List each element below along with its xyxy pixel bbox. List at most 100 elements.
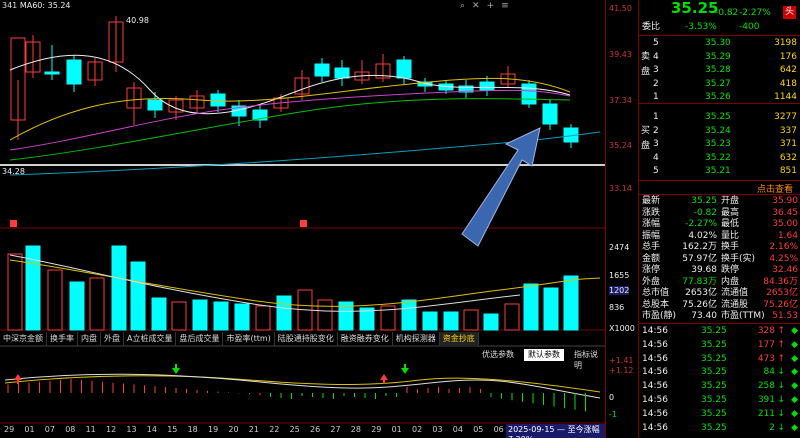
tab-10[interactable]: 资金抄底 xyxy=(439,332,479,346)
date-tick-label: 13 xyxy=(126,425,137,434)
volume-bar[interactable] xyxy=(89,277,105,331)
date-tick-label: 06 xyxy=(493,425,504,434)
stat-label: 外盘 xyxy=(642,276,661,287)
sell-level-row[interactable]: 5 35.30 3198 xyxy=(639,37,800,50)
tick-time: 14:56 xyxy=(642,326,668,336)
tab-7[interactable]: 陆股通持股变化 xyxy=(275,332,338,346)
level-volume: 337 xyxy=(779,125,797,136)
buy-level-row[interactable]: 1 35.25 3277 xyxy=(639,111,800,124)
candle-body[interactable] xyxy=(210,93,226,107)
event-marker[interactable] xyxy=(10,220,17,227)
volume-bar[interactable] xyxy=(255,305,271,331)
sell-level-row[interactable]: 2 35.27 418 xyxy=(639,78,800,91)
volume-bar[interactable] xyxy=(213,301,229,331)
level-price: 35.21 xyxy=(705,166,731,176)
last-price: 35.25 xyxy=(671,0,719,17)
indicator-help-button[interactable]: 指标说明 xyxy=(570,349,605,370)
sell-level-row[interactable]: 4 35.29 176 xyxy=(639,51,800,64)
tab-5[interactable]: 盘后成交量 xyxy=(176,332,224,346)
candle-body[interactable] xyxy=(334,67,350,79)
arrow-up-icon: ↑ xyxy=(777,326,785,336)
volume-bar[interactable] xyxy=(317,299,333,331)
candle-body[interactable] xyxy=(542,103,558,125)
volume-bar[interactable] xyxy=(130,261,146,331)
buy-level-row[interactable]: 4 35.22 632 xyxy=(639,152,800,165)
candle-body[interactable] xyxy=(396,59,412,79)
close-icon[interactable]: ✕ xyxy=(472,1,480,11)
tab-0[interactable]: 中深京金额 xyxy=(0,332,47,346)
date-tick-label: 05 xyxy=(473,425,484,434)
kline-chart-area[interactable]: 341 MA60: 35.24 ⌕ ✕ + ≡ 40.98 34.28 中深京金… xyxy=(0,0,606,438)
indicator-tab-bar: 中深京金额 换手率 内盘 外盘 A立桩成交量 盘后成交量 市盈率(ttm) 陆股… xyxy=(0,332,605,346)
volume-bar[interactable] xyxy=(47,269,63,331)
volume-bar[interactable] xyxy=(443,311,459,331)
tick-price: 35.25 xyxy=(701,408,727,419)
volume-bar[interactable] xyxy=(463,309,479,331)
stat-label: 换手 xyxy=(721,242,740,252)
stats-row: 振幅 4.02% 量比 1.64 xyxy=(639,231,800,242)
level-number: 2 xyxy=(653,78,659,89)
plus-icon[interactable]: + xyxy=(487,1,495,11)
diamond-icon: ◆ xyxy=(791,395,798,405)
tick-volume: 2 xyxy=(769,422,775,433)
level-number: 2 xyxy=(653,125,659,136)
stat-label: 市盈(静) xyxy=(642,311,677,321)
candle-body[interactable] xyxy=(521,83,537,105)
tick-volume: 211 xyxy=(757,408,775,419)
volume-bar[interactable] xyxy=(543,287,559,331)
tab-3[interactable]: 外盘 xyxy=(101,332,124,346)
date-range-badge: 2025-09-15 — 至今涨幅 7.29% xyxy=(506,424,605,438)
candle-body[interactable] xyxy=(44,71,60,75)
volume-bar[interactable] xyxy=(192,299,208,331)
volume-bar[interactable] xyxy=(422,311,438,331)
volume-bar[interactable] xyxy=(523,283,539,331)
tab-4[interactable]: A立桩成交量 xyxy=(124,332,177,346)
badge-tou[interactable]: 头 xyxy=(783,6,797,19)
sell-level-row[interactable]: 3 35.28 642 xyxy=(639,64,800,77)
order-ratio-label: 委比 xyxy=(642,22,661,32)
tick-row: 14:56 35.25 177 ↑ ◆ xyxy=(639,339,800,352)
tab-8[interactable]: 融资融券变化 xyxy=(338,332,393,346)
tab-1[interactable]: 换手率 xyxy=(47,332,78,346)
volume-bar[interactable] xyxy=(276,295,292,331)
tab-2[interactable]: 内盘 xyxy=(78,332,101,346)
stat-label: 涨幅 xyxy=(642,219,661,229)
stats-row: 涨停 39.68 跌停 32.46 xyxy=(639,265,800,276)
volume-bar[interactable] xyxy=(7,253,23,331)
menu-icon[interactable]: ≡ xyxy=(501,1,509,11)
level-number: 4 xyxy=(653,51,659,62)
volume-bar[interactable] xyxy=(504,303,520,331)
tick-volume: 391 xyxy=(757,395,775,405)
date-tick-label: 21 xyxy=(248,425,259,434)
volume-bar[interactable] xyxy=(151,297,167,331)
tab-9[interactable]: 机构探测器 xyxy=(393,332,440,346)
tick-row: 14:56 35.25 328 ↑ ◆ xyxy=(639,325,800,338)
candle-body[interactable] xyxy=(66,59,82,85)
kline-svg[interactable] xyxy=(0,0,605,438)
volume-bar[interactable] xyxy=(483,313,499,331)
volume-bar[interactable] xyxy=(171,301,187,331)
buy-level-row[interactable]: 5 35.21 851 xyxy=(639,165,800,178)
tab-6[interactable]: 市盈率(ttm) xyxy=(223,332,275,346)
date-tick-label: 19 xyxy=(208,425,219,434)
default-params-button[interactable]: 默认参数 xyxy=(524,349,564,361)
candle-body[interactable] xyxy=(147,99,163,111)
volume-bar[interactable] xyxy=(234,303,250,331)
volume-bar[interactable] xyxy=(563,275,579,331)
stat-value: 35.00 xyxy=(772,219,798,229)
volume-ma-white xyxy=(9,254,521,312)
search-icon[interactable]: ⌕ xyxy=(460,1,465,11)
order-ratio-value: -3.53% xyxy=(685,22,717,32)
buy-level-row[interactable]: 3 35.23 371 xyxy=(639,138,800,151)
stat-label: 跌停 xyxy=(721,265,740,275)
event-marker-2[interactable] xyxy=(300,220,307,227)
volume-bar[interactable] xyxy=(401,299,417,331)
volume-bar[interactable] xyxy=(69,281,85,331)
volume-bar[interactable] xyxy=(111,245,127,331)
candle-body[interactable] xyxy=(314,63,330,77)
stat-label: 市盈(TTM) xyxy=(721,311,765,321)
candle-body[interactable] xyxy=(479,81,495,91)
level-volume: 3277 xyxy=(774,112,797,122)
preferred-params-button[interactable]: 优选参数 xyxy=(478,349,518,361)
buy-level-row[interactable]: 2 35.24 337 xyxy=(639,125,800,138)
